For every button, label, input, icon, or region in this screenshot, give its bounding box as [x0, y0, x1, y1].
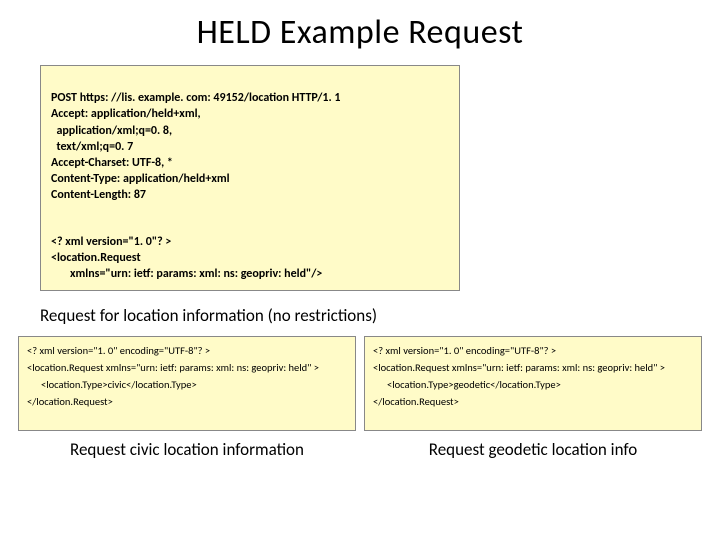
civic-l3: <location.Type>civic</location.Type>: [27, 377, 347, 394]
right-column: <? xml version="1. 0" encoding="UTF-8"? …: [364, 336, 702, 460]
charset-label: Accept-Charset:: [51, 156, 129, 170]
geo-l3: <location.Type>geodetic</location.Type>: [373, 377, 693, 394]
xml-decl: <? xml version="1. 0"? >: [51, 235, 171, 249]
geo-l1: <? xml version="1. 0" encoding="UTF-8"? …: [373, 343, 693, 360]
clen-label: Content-Length:: [51, 188, 131, 202]
civic-caption: Request civic location information: [18, 439, 356, 460]
xml-ns: xmlns="urn: ietf: params: xml: ns: geopr…: [70, 267, 322, 281]
accept-line2: application/xml;q=0. 8,: [56, 124, 172, 138]
accept-label: Accept:: [51, 107, 88, 121]
ctype-label: Content-Type:: [51, 172, 120, 186]
main-caption: Request for location information (no res…: [40, 305, 702, 326]
geo-l2: <location.Request xmlns="urn: ietf: para…: [373, 360, 693, 377]
page-title: HELD Example Request: [18, 12, 702, 53]
xml-root: <location.Request: [51, 251, 141, 265]
http-line: POST https: //lis. example. com: 49152/l…: [51, 91, 341, 105]
civic-l4: </location.Request>: [27, 394, 347, 411]
ctype-value: application/held+xml: [120, 172, 229, 186]
examples-row: <? xml version="1. 0" encoding="UTF-8"? …: [18, 336, 702, 460]
accept-value: application/held+xml,: [88, 107, 200, 121]
geo-l4: </location.Request>: [373, 394, 693, 411]
main-request-box: POST https: //lis. example. com: 49152/l…: [40, 65, 460, 291]
clen-value: 87: [131, 188, 146, 202]
civic-l2: <location.Request xmlns="urn: ietf: para…: [27, 360, 347, 377]
civic-request-box: <? xml version="1. 0" encoding="UTF-8"? …: [18, 336, 356, 431]
left-column: <? xml version="1. 0" encoding="UTF-8"? …: [18, 336, 356, 460]
geodetic-caption: Request geodetic location info: [364, 439, 702, 460]
civic-l1: <? xml version="1. 0" encoding="UTF-8"? …: [27, 343, 347, 360]
charset-value: UTF-8, *: [129, 156, 173, 170]
accept-line3: text/xml;q=0. 7: [56, 140, 133, 154]
geodetic-request-box: <? xml version="1. 0" encoding="UTF-8"? …: [364, 336, 702, 431]
